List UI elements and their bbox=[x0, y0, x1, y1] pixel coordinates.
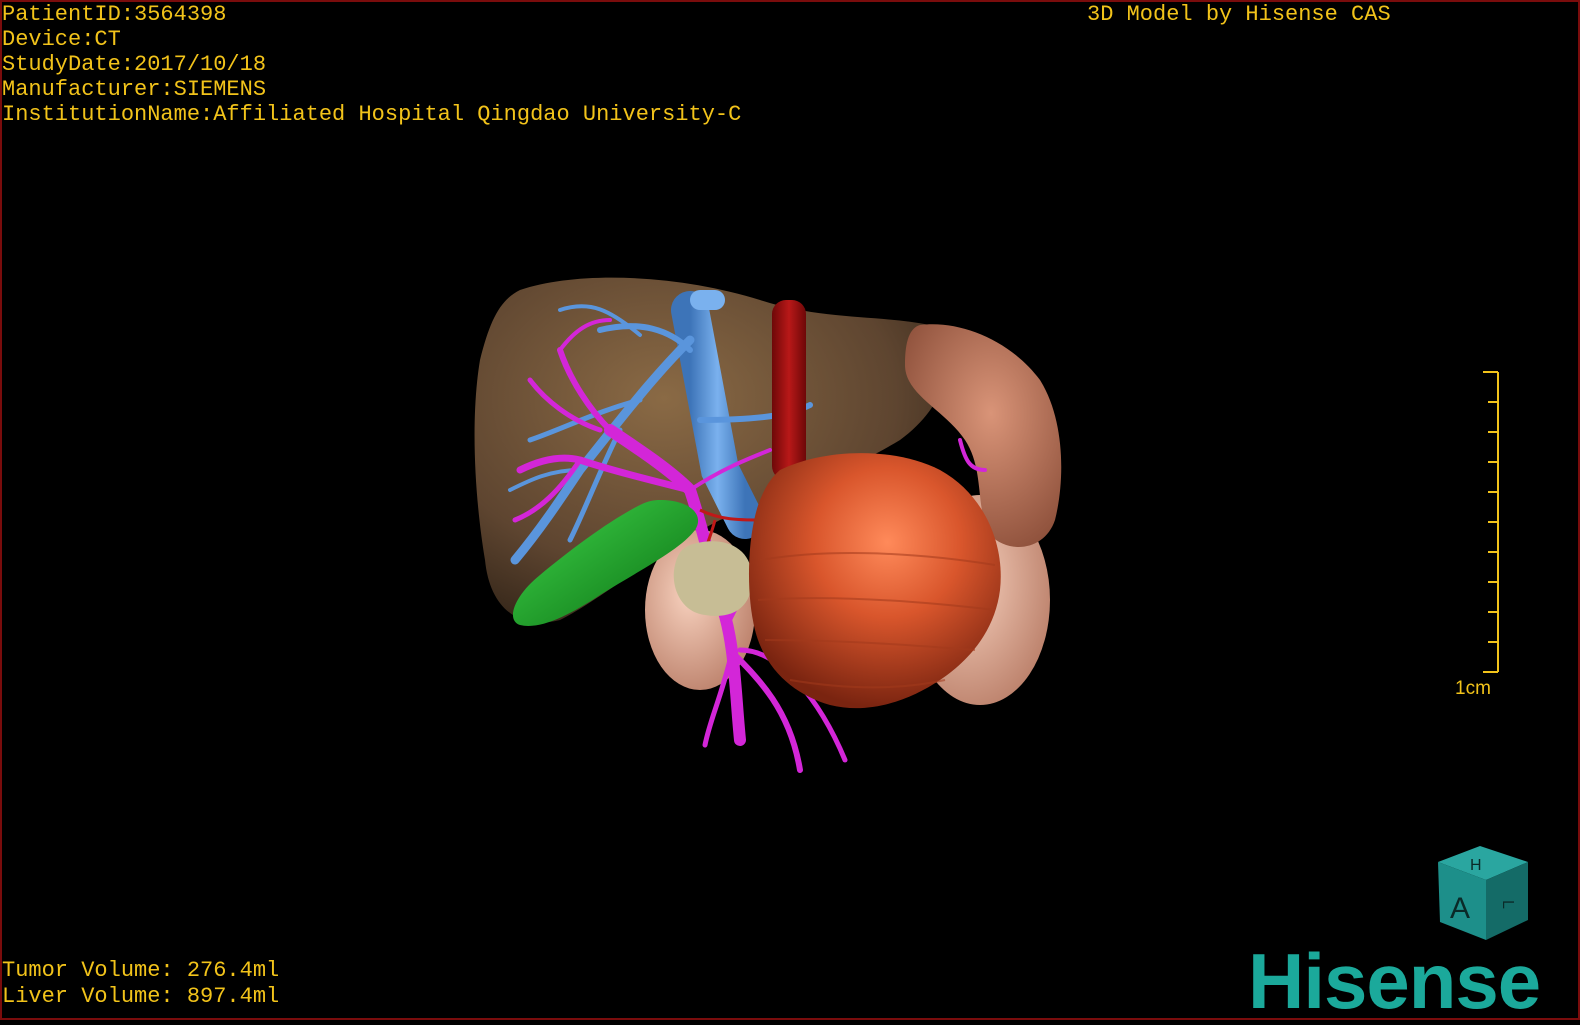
orientation-cube-icon[interactable]: A H L bbox=[0, 0, 1580, 1020]
patient-info-overlay: PatientID:3564398 Device:CT StudyDate:20… bbox=[2, 2, 741, 127]
cube-side-letter: L bbox=[1499, 900, 1516, 909]
hisense-logo: Hisense bbox=[1248, 937, 1541, 1025]
patient-id: PatientID:3564398 bbox=[2, 2, 227, 27]
device: Device:CT bbox=[2, 27, 121, 52]
institution-name: InstitutionName:Affiliated Hospital Qing… bbox=[2, 102, 742, 127]
model-credit: 3D Model by Hisense CAS bbox=[1087, 2, 1391, 27]
liver-volume: Liver Volume: 897.4ml bbox=[2, 984, 280, 1009]
cube-top-letter: H bbox=[1470, 857, 1482, 874]
volume-overlay: Tumor Volume: 276.4ml Liver Volume: 897.… bbox=[2, 958, 279, 1010]
manufacturer: Manufacturer:SIEMENS bbox=[2, 77, 267, 102]
study-date: StudyDate:2017/10/18 bbox=[2, 52, 267, 77]
tumor-volume: Tumor Volume: 276.4ml bbox=[2, 958, 280, 983]
cube-front-letter: A bbox=[1450, 892, 1470, 925]
